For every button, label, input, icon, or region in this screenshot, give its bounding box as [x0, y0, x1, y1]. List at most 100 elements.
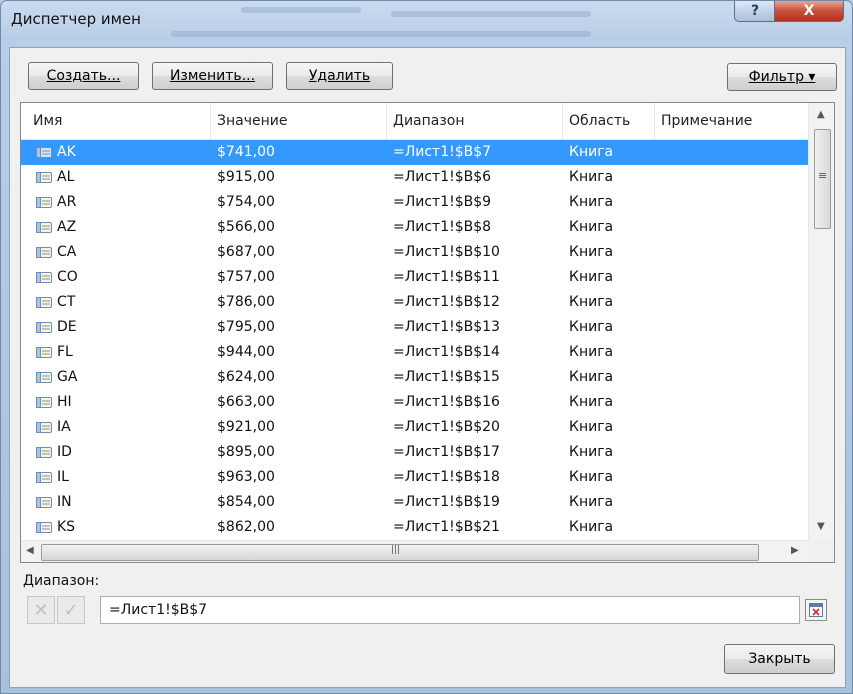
row-scope: Книга	[569, 444, 614, 460]
column-header-range[interactable]: Диапазон	[387, 103, 563, 139]
window-close-button[interactable]: X	[774, 1, 844, 22]
column-header-scope[interactable]: Область	[563, 103, 655, 139]
close-button-label: Закрыть	[748, 651, 811, 667]
row-name: HI	[57, 394, 72, 410]
scroll-up-icon[interactable]: ▲	[817, 109, 825, 120]
row-range: =Лист1!$B$16	[393, 394, 500, 410]
create-button-label: Создать...	[46, 68, 121, 84]
row-value: $921,00	[217, 419, 275, 435]
row-name: GA	[57, 369, 78, 385]
named-range-icon	[36, 422, 52, 433]
row-value: $854,00	[217, 494, 275, 510]
table-row[interactable]: GA $624,00 =Лист1!$B$15 Книга	[21, 365, 808, 390]
row-value: $566,00	[217, 219, 275, 235]
grip-icon: |||	[391, 545, 401, 555]
range-input[interactable]: =Лист1!$B$7	[100, 596, 800, 624]
column-header-comment[interactable]: Примечание	[655, 103, 808, 139]
table-row[interactable]: DE $795,00 =Лист1!$B$13 Книга	[21, 315, 808, 340]
row-value: $915,00	[217, 169, 275, 185]
named-range-icon	[36, 322, 52, 333]
named-range-icon	[36, 397, 52, 408]
row-scope: Книга	[569, 169, 614, 185]
names-list[interactable]: Имя Значение Диапазон Область Примечание…	[20, 102, 835, 563]
table-row[interactable]: AR $754,00 =Лист1!$B$9 Книга	[21, 190, 808, 215]
named-range-icon	[36, 347, 52, 358]
close-button[interactable]: Закрыть	[724, 644, 835, 674]
table-row[interactable]: AL $915,00 =Лист1!$B$6 Книга	[21, 165, 808, 190]
filter-button-label: Фильтр ▾	[748, 69, 816, 85]
named-range-icon	[36, 172, 52, 183]
row-name: CO	[57, 269, 78, 285]
delete-button-label: Удалить	[308, 68, 371, 84]
row-name: KS	[57, 519, 76, 535]
row-scope: Книга	[569, 294, 614, 310]
collapse-dialog-icon	[809, 603, 823, 617]
table-row[interactable]: CO $757,00 =Лист1!$B$11 Книга	[21, 265, 808, 290]
cancel-icon: ✕	[33, 599, 49, 621]
delete-button[interactable]: Удалить	[286, 62, 393, 90]
row-value: $663,00	[217, 394, 275, 410]
help-icon: ?	[750, 3, 760, 19]
vertical-scrollbar[interactable]: ▲ ≡ ▼	[808, 103, 834, 540]
named-range-icon	[36, 247, 52, 258]
table-row[interactable]: CA $687,00 =Лист1!$B$10 Книга	[21, 240, 808, 265]
row-scope: Книга	[569, 369, 614, 385]
row-name: AK	[57, 144, 76, 160]
table-row[interactable]: HI $663,00 =Лист1!$B$16 Книга	[21, 390, 808, 415]
row-value: $786,00	[217, 294, 275, 310]
help-button[interactable]: ?	[734, 1, 776, 22]
filter-button[interactable]: Фильтр ▾	[727, 63, 837, 91]
row-range: =Лист1!$B$12	[393, 294, 500, 310]
row-name: CT	[57, 294, 76, 310]
background-blur	[241, 7, 361, 13]
row-range: =Лист1!$B$14	[393, 344, 500, 360]
table-row[interactable]: AZ $566,00 =Лист1!$B$8 Книга	[21, 215, 808, 240]
row-value: $963,00	[217, 469, 275, 485]
row-scope: Книга	[569, 144, 614, 160]
background-blur	[171, 31, 591, 37]
table-row[interactable]: IN $854,00 =Лист1!$B$19 Книга	[21, 490, 808, 515]
column-header-value[interactable]: Значение	[211, 103, 387, 139]
table-row[interactable]: IA $921,00 =Лист1!$B$20 Книга	[21, 415, 808, 440]
table-row[interactable]: AK $741,00 =Лист1!$B$7 Книга	[21, 140, 808, 165]
scrollbar-corner	[808, 540, 834, 562]
row-range: =Лист1!$B$20	[393, 419, 500, 435]
scroll-right-icon[interactable]: ▶	[791, 545, 799, 556]
row-range: =Лист1!$B$8	[393, 219, 492, 235]
table-row[interactable]: CT $786,00 =Лист1!$B$12 Книга	[21, 290, 808, 315]
accept-icon: ✓	[63, 599, 79, 621]
name-manager-window: Диспетчер имен ? X Создать... Изменить..…	[0, 0, 853, 694]
table-row[interactable]: IL $963,00 =Лист1!$B$18 Книга	[21, 465, 808, 490]
row-name: ID	[57, 444, 72, 460]
edit-button[interactable]: Изменить...	[152, 62, 273, 90]
named-range-icon	[36, 222, 52, 233]
scroll-left-icon[interactable]: ◀	[26, 545, 34, 556]
table-row[interactable]: FL $944,00 =Лист1!$B$14 Книга	[21, 340, 808, 365]
close-icon: X	[803, 3, 815, 19]
row-name: IN	[57, 494, 72, 510]
table-row[interactable]: KS $862,00 =Лист1!$B$21 Книга	[21, 515, 808, 540]
row-value: $741,00	[217, 144, 275, 160]
row-name: IL	[57, 469, 69, 485]
list-header: Имя Значение Диапазон Область Примечание	[21, 103, 808, 140]
named-range-icon	[36, 147, 52, 158]
row-range: =Лист1!$B$15	[393, 369, 500, 385]
row-value: $944,00	[217, 344, 275, 360]
row-value: $895,00	[217, 444, 275, 460]
table-row[interactable]: ID $895,00 =Лист1!$B$17 Книга	[21, 440, 808, 465]
background-blur	[391, 11, 591, 17]
row-value: $754,00	[217, 194, 275, 210]
cancel-edit-button[interactable]: ✕	[27, 596, 55, 624]
column-header-name[interactable]: Имя	[21, 103, 211, 139]
row-range: =Лист1!$B$11	[393, 269, 500, 285]
row-value: $687,00	[217, 244, 275, 260]
create-button[interactable]: Создать...	[28, 62, 139, 90]
scroll-down-icon[interactable]: ▼	[817, 521, 825, 532]
horizontal-scrollbar[interactable]: ◀ ||| ▶	[21, 540, 808, 562]
range-picker-button[interactable]	[805, 599, 827, 621]
row-scope: Книга	[569, 269, 614, 285]
row-range: =Лист1!$B$19	[393, 494, 500, 510]
accept-edit-button[interactable]: ✓	[57, 596, 85, 624]
row-range: =Лист1!$B$6	[393, 169, 492, 185]
row-name: AR	[57, 194, 77, 210]
